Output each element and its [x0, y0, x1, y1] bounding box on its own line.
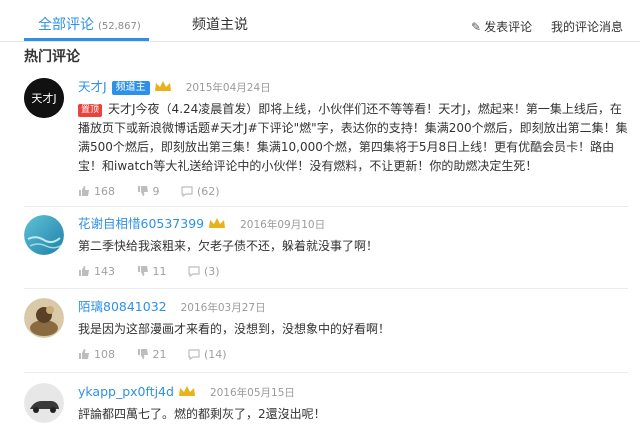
reply-button[interactable]: (62) — [181, 184, 220, 200]
like-button[interactable]: 108 — [78, 347, 115, 363]
dislike-count: 21 — [152, 348, 167, 361]
reply-count: (14) — [204, 348, 227, 361]
comment-date: 2016年05月15日 — [209, 387, 295, 399]
avatar[interactable] — [24, 215, 64, 255]
comment-body: 天才J今夜（4.24凌晨首发）即将上线，小伙伴们还不等等看！天才J，燃起来！第一… — [78, 102, 628, 173]
tab-all-label: 全部评论 — [38, 17, 94, 33]
comment-date: 2015年04月24日 — [185, 82, 271, 94]
comment-date: 2016年03月27日 — [180, 302, 266, 314]
like-button[interactable]: 143 — [78, 264, 115, 280]
reply-button[interactable]: (3) — [188, 264, 220, 280]
comment-text: 置顶 天才J今夜（4.24凌晨首发）即将上线，小伙伴们还不等等看！天才J，燃起来！… — [78, 100, 628, 176]
avatar[interactable]: 天才J — [24, 78, 64, 118]
dislike-count: 11 — [152, 265, 167, 278]
dislike-count: 9 — [152, 185, 160, 198]
tab-channel-host[interactable]: 频道主说 — [192, 14, 248, 34]
reply-count: (3) — [204, 265, 220, 278]
dislike-button[interactable]: 9 — [137, 184, 160, 200]
like-button[interactable]: 168 — [78, 184, 115, 200]
reply-icon — [188, 349, 200, 361]
level-crown-icon — [154, 81, 171, 91]
thumbs-down-icon — [137, 266, 148, 276]
reply-count: (62) — [197, 185, 220, 198]
comment-body: 第二季快给我滚粗来，欠老子债不还，躲着就没事了啊！ — [78, 239, 379, 253]
section-title: 热门评论 — [24, 49, 80, 65]
active-tab-indicator — [24, 38, 149, 41]
reply-icon — [188, 266, 200, 278]
username[interactable]: ykapp_px0ftj4d — [78, 384, 174, 399]
level-crown-icon — [178, 386, 195, 396]
comment-body: 我是因为这部漫画才来看的，没想到，没想象中的好看啊！ — [78, 322, 391, 336]
post-comment-label: 发表评论 — [484, 20, 533, 34]
reply-button[interactable]: (14) — [188, 347, 227, 363]
my-comment-messages-link[interactable]: 我的评论消息 — [551, 18, 623, 35]
like-count: 108 — [94, 348, 115, 361]
like-count: 143 — [94, 265, 115, 278]
divider — [24, 288, 628, 289]
thumbs-down-icon — [137, 186, 148, 196]
dislike-button[interactable]: 11 — [137, 264, 167, 280]
username[interactable]: 天才J — [78, 79, 107, 94]
username[interactable]: 花谢自相惜60537399 — [78, 216, 204, 231]
thumbs-up-icon — [79, 186, 89, 196]
comment-count: (52,867) — [98, 21, 141, 32]
pinned-tag: 置顶 — [78, 104, 103, 117]
reply-icon — [181, 186, 193, 198]
avatar[interactable] — [24, 383, 64, 423]
dislike-button[interactable]: 21 — [137, 347, 167, 363]
avatar[interactable] — [24, 298, 64, 338]
comment-tabs: 全部评论 (52,867) 频道主说 ✎ 发表评论 我的评论消息 — [0, 0, 640, 42]
divider — [24, 206, 628, 207]
username[interactable]: 陌璃80841032 — [78, 299, 167, 314]
tab-all-comments[interactable]: 全部评论 (52,867) — [38, 14, 141, 34]
level-crown-icon — [209, 218, 226, 228]
channel-owner-badge: 频道主 — [111, 81, 150, 95]
avatar-text: 天才J — [31, 91, 56, 105]
post-comment-button[interactable]: ✎ 发表评论 — [471, 18, 532, 35]
comment-date: 2016年09月10日 — [240, 219, 326, 231]
thumbs-up-icon — [79, 266, 89, 276]
comment-body: 評論都四萬七了。燃的都剩灰了，2還沒出呢！ — [78, 407, 326, 421]
thumbs-up-icon — [79, 349, 89, 359]
divider — [24, 372, 628, 373]
pencil-icon: ✎ — [471, 20, 482, 34]
like-count: 168 — [94, 185, 115, 198]
thumbs-down-icon — [137, 349, 148, 359]
